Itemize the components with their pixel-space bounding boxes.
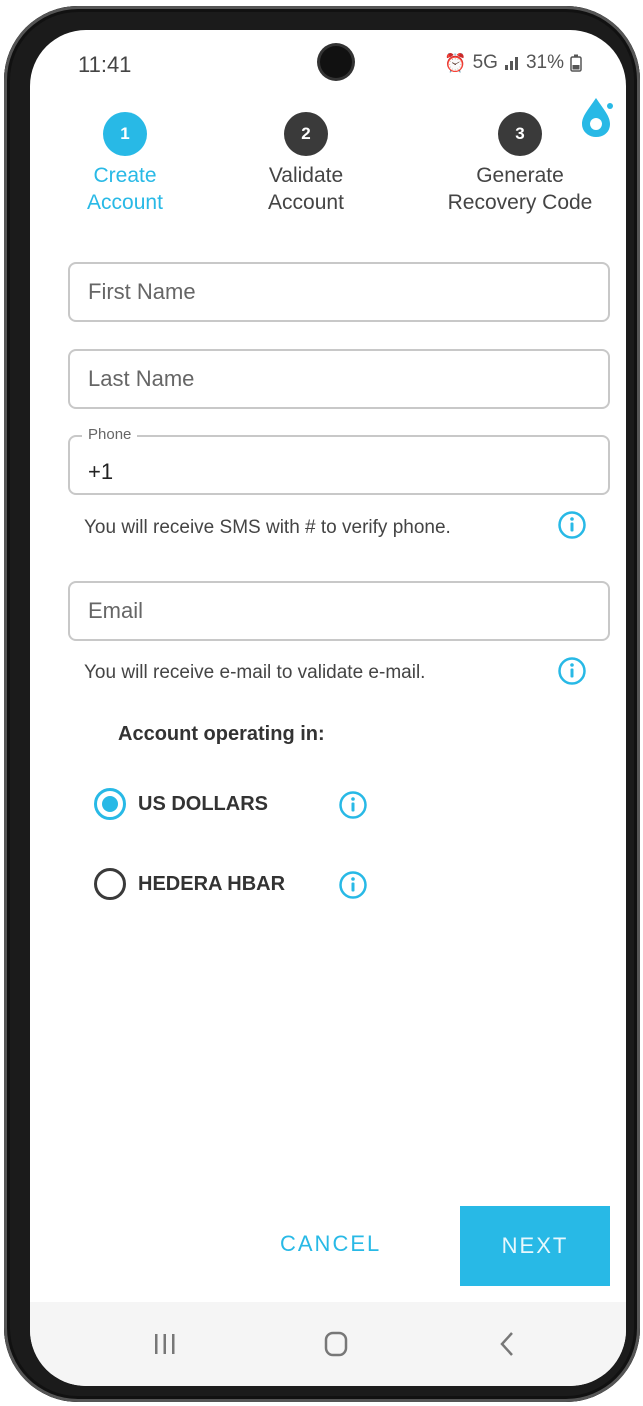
- phone-label: Phone: [82, 426, 138, 443]
- step-2-circle: 2: [284, 112, 328, 156]
- phone-info-icon[interactable]: [557, 510, 587, 540]
- step-create-account: 1 Create Account: [30, 112, 225, 216]
- home-icon[interactable]: [306, 1324, 366, 1364]
- first-name-input[interactable]: [70, 264, 608, 320]
- status-time: 11:41: [78, 52, 132, 77]
- step-2-label-line2: Account: [268, 191, 344, 214]
- system-nav-bar: [30, 1302, 626, 1386]
- step-1-label-line1: Create: [93, 164, 157, 187]
- phone-hint: You will receive SMS with # to verify ph…: [84, 517, 451, 538]
- back-icon[interactable]: [477, 1324, 537, 1364]
- recent-apps-icon[interactable]: [135, 1324, 195, 1364]
- radio-option-hedera-hbar[interactable]: HEDERA HBAR: [94, 868, 285, 900]
- status-bar: 11:41 ⏰ 5G 31%: [30, 30, 626, 102]
- next-button[interactable]: NEXT: [460, 1206, 610, 1286]
- step-3-circle: 3: [498, 112, 542, 156]
- phone-field[interactable]: Phone +1: [68, 426, 610, 495]
- last-name-input[interactable]: [70, 351, 608, 407]
- step-1-label-line2: Account: [87, 191, 163, 214]
- signal-icon: [504, 57, 518, 70]
- radio-option-us-dollars[interactable]: US DOLLARS: [94, 788, 268, 820]
- first-name-field[interactable]: [68, 262, 610, 322]
- us-dollars-radio[interactable]: [94, 788, 126, 820]
- hedera-hbar-label[interactable]: HEDERA HBAR: [138, 873, 285, 896]
- step-3-label-line1: Generate: [476, 164, 564, 187]
- step-3-label-line2: Recovery Code: [447, 191, 593, 214]
- battery-icon: [570, 54, 582, 72]
- us-dollars-label[interactable]: US DOLLARS: [138, 793, 268, 816]
- email-field[interactable]: [68, 581, 610, 641]
- hedera-hbar-info-icon[interactable]: [338, 870, 368, 900]
- alarm-icon: ⏰: [444, 52, 467, 73]
- network-type: 5G: [472, 52, 498, 73]
- step-generate-recovery-code: 3 Generate Recovery Code: [420, 112, 620, 216]
- email-input[interactable]: [70, 583, 608, 639]
- step-validate-account: 2 Validate Account: [206, 112, 406, 216]
- us-dollars-info-icon[interactable]: [338, 790, 368, 820]
- status-indicators: ⏰ 5G 31%: [444, 52, 582, 74]
- last-name-field[interactable]: [68, 349, 610, 409]
- step-2-label-line1: Validate: [268, 164, 344, 187]
- currency-section-title: Account operating in:: [118, 723, 325, 745]
- cancel-button[interactable]: CANCEL: [280, 1231, 381, 1257]
- email-info-icon[interactable]: [557, 656, 587, 686]
- front-camera: [320, 46, 352, 78]
- phone-value[interactable]: +1: [88, 459, 113, 485]
- phone-screen: 11:41 ⏰ 5G 31% 1 Create Account 2 Valida…: [30, 30, 626, 1386]
- hedera-hbar-radio[interactable]: [94, 868, 126, 900]
- battery-level: 31%: [525, 52, 564, 73]
- step-1-circle: 1: [103, 112, 147, 156]
- email-hint: You will receive e-mail to validate e-ma…: [84, 662, 426, 683]
